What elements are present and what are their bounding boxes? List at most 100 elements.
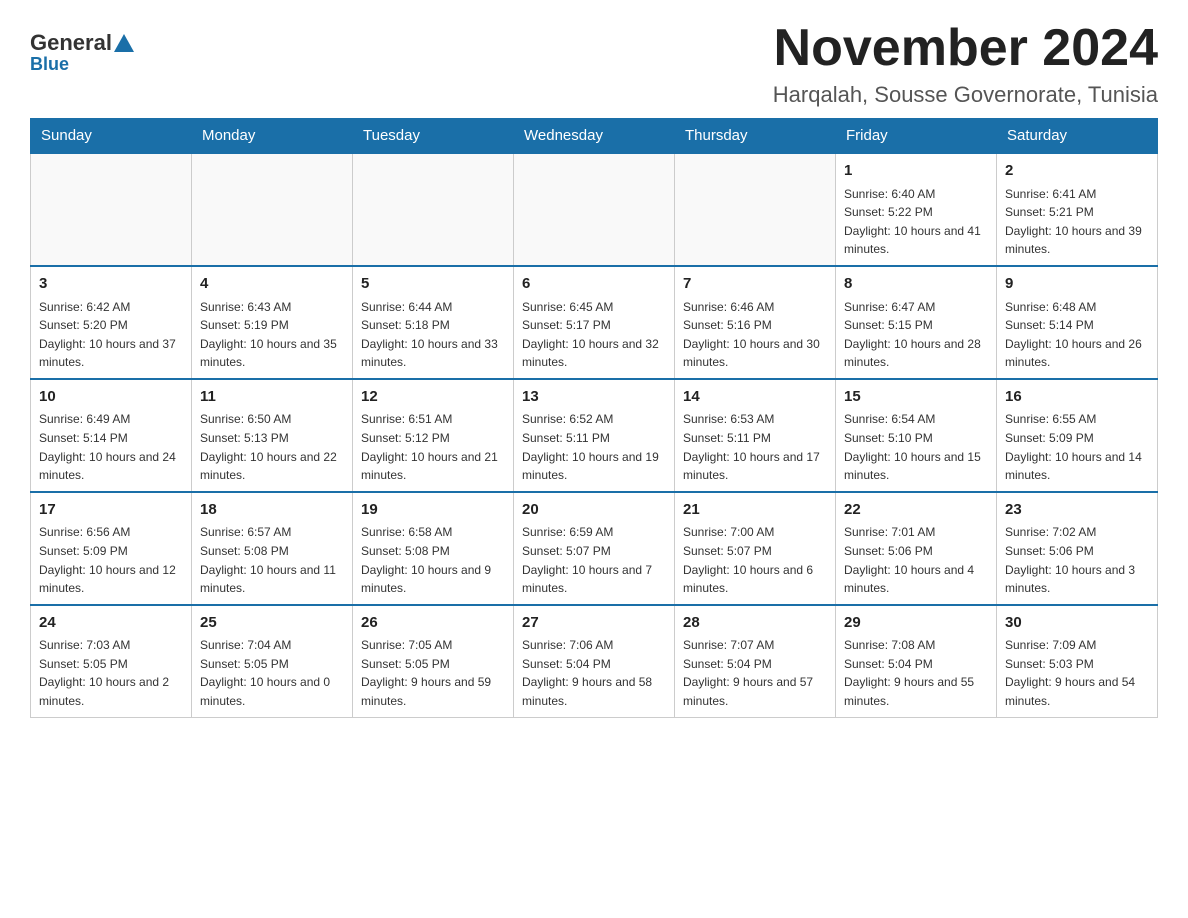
day-info: Sunrise: 6:59 AMSunset: 5:07 PMDaylight:… <box>522 523 666 597</box>
calendar-week-row: 3Sunrise: 6:42 AMSunset: 5:20 PMDaylight… <box>31 266 1158 379</box>
day-info: Sunrise: 7:05 AMSunset: 5:05 PMDaylight:… <box>361 636 505 710</box>
header-thursday: Thursday <box>675 119 836 154</box>
table-row: 12Sunrise: 6:51 AMSunset: 5:12 PMDayligh… <box>353 379 514 492</box>
table-row: 23Sunrise: 7:02 AMSunset: 5:06 PMDayligh… <box>997 492 1158 605</box>
day-number: 13 <box>522 386 666 409</box>
table-row: 18Sunrise: 6:57 AMSunset: 5:08 PMDayligh… <box>192 492 353 605</box>
table-row: 27Sunrise: 7:06 AMSunset: 5:04 PMDayligh… <box>514 605 675 717</box>
day-number: 20 <box>522 499 666 522</box>
day-number: 10 <box>39 386 183 409</box>
day-number: 6 <box>522 273 666 296</box>
day-number: 4 <box>200 273 344 296</box>
day-info: Sunrise: 6:52 AMSunset: 5:11 PMDaylight:… <box>522 410 666 484</box>
day-number: 24 <box>39 612 183 635</box>
day-number: 28 <box>683 612 827 635</box>
table-row <box>675 153 836 266</box>
table-row <box>31 153 192 266</box>
logo-blue: Blue <box>30 54 69 75</box>
day-number: 8 <box>844 273 988 296</box>
day-number: 3 <box>39 273 183 296</box>
table-row: 14Sunrise: 6:53 AMSunset: 5:11 PMDayligh… <box>675 379 836 492</box>
table-row: 7Sunrise: 6:46 AMSunset: 5:16 PMDaylight… <box>675 266 836 379</box>
header-friday: Friday <box>836 119 997 154</box>
day-number: 9 <box>1005 273 1149 296</box>
day-number: 25 <box>200 612 344 635</box>
day-number: 18 <box>200 499 344 522</box>
table-row: 26Sunrise: 7:05 AMSunset: 5:05 PMDayligh… <box>353 605 514 717</box>
table-row <box>514 153 675 266</box>
logo: General Blue <box>30 20 136 75</box>
day-number: 29 <box>844 612 988 635</box>
day-info: Sunrise: 7:07 AMSunset: 5:04 PMDaylight:… <box>683 636 827 710</box>
day-number: 7 <box>683 273 827 296</box>
header-tuesday: Tuesday <box>353 119 514 154</box>
day-info: Sunrise: 7:09 AMSunset: 5:03 PMDaylight:… <box>1005 636 1149 710</box>
day-number: 22 <box>844 499 988 522</box>
day-number: 16 <box>1005 386 1149 409</box>
month-year-title: November 2024 <box>773 20 1158 77</box>
table-row: 3Sunrise: 6:42 AMSunset: 5:20 PMDaylight… <box>31 266 192 379</box>
header-sunday: Sunday <box>31 119 192 154</box>
day-number: 2 <box>1005 160 1149 183</box>
table-row: 20Sunrise: 6:59 AMSunset: 5:07 PMDayligh… <box>514 492 675 605</box>
day-info: Sunrise: 6:48 AMSunset: 5:14 PMDaylight:… <box>1005 298 1149 372</box>
header-wednesday: Wednesday <box>514 119 675 154</box>
day-info: Sunrise: 6:58 AMSunset: 5:08 PMDaylight:… <box>361 523 505 597</box>
table-row: 8Sunrise: 6:47 AMSunset: 5:15 PMDaylight… <box>836 266 997 379</box>
table-row: 10Sunrise: 6:49 AMSunset: 5:14 PMDayligh… <box>31 379 192 492</box>
day-info: Sunrise: 6:53 AMSunset: 5:11 PMDaylight:… <box>683 410 827 484</box>
day-number: 5 <box>361 273 505 296</box>
table-row: 2Sunrise: 6:41 AMSunset: 5:21 PMDaylight… <box>997 153 1158 266</box>
table-row <box>353 153 514 266</box>
title-area: November 2024 Harqalah, Sousse Governora… <box>773 20 1158 108</box>
day-info: Sunrise: 6:55 AMSunset: 5:09 PMDaylight:… <box>1005 410 1149 484</box>
table-row <box>192 153 353 266</box>
calendar-week-row: 10Sunrise: 6:49 AMSunset: 5:14 PMDayligh… <box>31 379 1158 492</box>
day-info: Sunrise: 7:02 AMSunset: 5:06 PMDaylight:… <box>1005 523 1149 597</box>
day-info: Sunrise: 7:00 AMSunset: 5:07 PMDaylight:… <box>683 523 827 597</box>
day-number: 1 <box>844 160 988 183</box>
day-number: 17 <box>39 499 183 522</box>
day-number: 27 <box>522 612 666 635</box>
day-number: 26 <box>361 612 505 635</box>
logo-general: General <box>30 30 112 56</box>
day-number: 21 <box>683 499 827 522</box>
calendar-table: Sunday Monday Tuesday Wednesday Thursday… <box>30 118 1158 717</box>
table-row: 16Sunrise: 6:55 AMSunset: 5:09 PMDayligh… <box>997 379 1158 492</box>
page-header: General Blue November 2024 Harqalah, Sou… <box>30 20 1158 108</box>
day-info: Sunrise: 7:03 AMSunset: 5:05 PMDaylight:… <box>39 636 183 710</box>
table-row: 9Sunrise: 6:48 AMSunset: 5:14 PMDaylight… <box>997 266 1158 379</box>
location-subtitle: Harqalah, Sousse Governorate, Tunisia <box>773 82 1158 108</box>
table-row: 4Sunrise: 6:43 AMSunset: 5:19 PMDaylight… <box>192 266 353 379</box>
table-row: 28Sunrise: 7:07 AMSunset: 5:04 PMDayligh… <box>675 605 836 717</box>
day-info: Sunrise: 7:06 AMSunset: 5:04 PMDaylight:… <box>522 636 666 710</box>
day-info: Sunrise: 6:51 AMSunset: 5:12 PMDaylight:… <box>361 410 505 484</box>
day-info: Sunrise: 6:44 AMSunset: 5:18 PMDaylight:… <box>361 298 505 372</box>
table-row: 1Sunrise: 6:40 AMSunset: 5:22 PMDaylight… <box>836 153 997 266</box>
day-info: Sunrise: 6:42 AMSunset: 5:20 PMDaylight:… <box>39 298 183 372</box>
day-info: Sunrise: 6:50 AMSunset: 5:13 PMDaylight:… <box>200 410 344 484</box>
header-monday: Monday <box>192 119 353 154</box>
table-row: 22Sunrise: 7:01 AMSunset: 5:06 PMDayligh… <box>836 492 997 605</box>
header-saturday: Saturday <box>997 119 1158 154</box>
table-row: 29Sunrise: 7:08 AMSunset: 5:04 PMDayligh… <box>836 605 997 717</box>
day-info: Sunrise: 7:08 AMSunset: 5:04 PMDaylight:… <box>844 636 988 710</box>
day-info: Sunrise: 6:41 AMSunset: 5:21 PMDaylight:… <box>1005 185 1149 259</box>
calendar-week-row: 1Sunrise: 6:40 AMSunset: 5:22 PMDaylight… <box>31 153 1158 266</box>
table-row: 25Sunrise: 7:04 AMSunset: 5:05 PMDayligh… <box>192 605 353 717</box>
day-number: 11 <box>200 386 344 409</box>
day-info: Sunrise: 6:43 AMSunset: 5:19 PMDaylight:… <box>200 298 344 372</box>
day-number: 30 <box>1005 612 1149 635</box>
day-info: Sunrise: 6:57 AMSunset: 5:08 PMDaylight:… <box>200 523 344 597</box>
calendar-week-row: 17Sunrise: 6:56 AMSunset: 5:09 PMDayligh… <box>31 492 1158 605</box>
table-row: 11Sunrise: 6:50 AMSunset: 5:13 PMDayligh… <box>192 379 353 492</box>
table-row: 6Sunrise: 6:45 AMSunset: 5:17 PMDaylight… <box>514 266 675 379</box>
day-info: Sunrise: 6:45 AMSunset: 5:17 PMDaylight:… <box>522 298 666 372</box>
day-number: 23 <box>1005 499 1149 522</box>
day-number: 14 <box>683 386 827 409</box>
table-row: 5Sunrise: 6:44 AMSunset: 5:18 PMDaylight… <box>353 266 514 379</box>
day-number: 15 <box>844 386 988 409</box>
table-row: 15Sunrise: 6:54 AMSunset: 5:10 PMDayligh… <box>836 379 997 492</box>
table-row: 30Sunrise: 7:09 AMSunset: 5:03 PMDayligh… <box>997 605 1158 717</box>
day-info: Sunrise: 6:40 AMSunset: 5:22 PMDaylight:… <box>844 185 988 259</box>
